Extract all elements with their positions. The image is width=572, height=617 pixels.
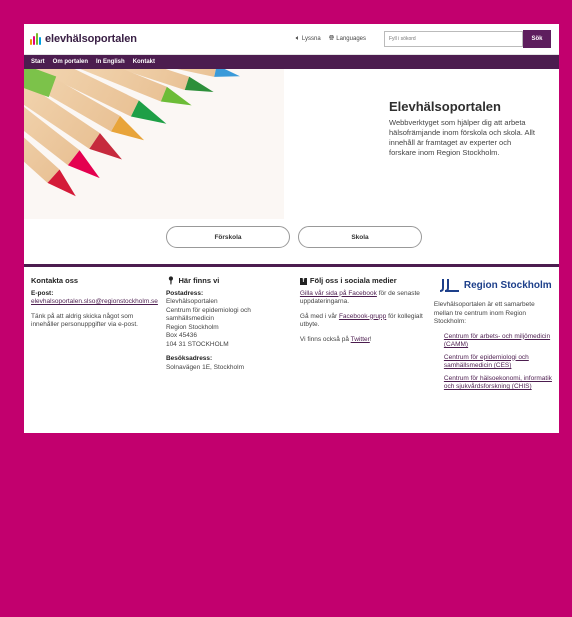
site-logo[interactable]: elevhälsoportalen [30,33,137,45]
forskola-button[interactable]: Förskola [166,226,290,248]
globe-icon: 🌐︎ [328,35,335,42]
email-label: E-post: [31,289,54,297]
listen-button[interactable]: 🔈︎ Lyssna [296,35,321,43]
logo-text: elevhälsoportalen [45,33,137,45]
audience-choices: Förskola Skola [24,219,559,264]
location-title-wrap: 📍︎ Här finns vi [165,276,294,286]
search-input[interactable] [384,31,523,47]
visit-label: Besöksadress: [165,355,213,362]
region-intro: Elevhälsoportalen är ett samarbete mella… [433,301,535,325]
social-column: f Följ oss i sociala medier Gilla vår si… [299,276,434,396]
listen-label: Lyssna [301,36,321,42]
social-title-wrap: f Följ oss i sociala medier [299,276,428,286]
region-column: Region Stockholm Elevhälsoportalen är et… [434,277,552,396]
social-text: ! [369,335,372,343]
facebook-group-link[interactable]: Facebook-grupp [339,313,386,320]
postal-line: 104 31 STOCKHOLM [165,340,229,348]
logo-mark-icon [30,33,41,45]
contact-column: Kontakta oss E-post: elevhalsoportalen.s… [31,276,166,396]
header-tools: 🔈︎ Lyssna 🌐︎ Languages [296,35,366,43]
location-title: Här finns vi [178,276,220,285]
speaker-icon: 🔈︎ [295,35,300,42]
search-button[interactable]: Sök [523,30,551,48]
email-link[interactable]: elevhalsoportalen.slso@regionstockholm.s… [31,298,158,305]
partner-link-camm[interactable]: Centrum för arbets- och miljömedicin (CA… [444,333,550,349]
region-stockholm-icon [439,279,459,292]
site-footer: Kontakta oss E-post: elevhalsoportalen.s… [24,267,559,396]
partner-link-chis[interactable]: Centrum för hälsoekonomi, informatik och… [444,375,552,391]
facebook-page-link[interactable]: Gilla vår sida på Facebook [300,290,377,297]
hero-banner: Elevhälsoportalen Webbverktyget som hjäl… [24,69,559,219]
pencils-image [24,69,284,219]
region-logo-text: Region Stockholm [463,279,552,291]
hero-description: Webbverktyget som hjälper dig att arbeta… [389,118,535,157]
postal-line: Region Stockholm [165,323,219,331]
map-pin-icon: 📍︎ [165,276,176,285]
nav-item-om-portalen[interactable]: Om portalen [53,59,88,65]
postal-line: Elevhälsoportalen [165,298,218,305]
nav-item-start[interactable]: Start [31,59,45,65]
language-label: Languages [336,36,366,42]
contact-title: Kontakta oss [31,276,79,285]
email-note: Tänk på att aldrig skicka något som inne… [31,312,138,329]
region-stockholm-logo[interactable]: Region Stockholm [439,279,552,293]
nav-item-kontakt[interactable]: Kontakt [133,59,155,65]
visit-address: Solnavägen 1E, Stockholm [165,363,245,371]
partner-link-ces[interactable]: Centrum för epidemiologi och samhällsmed… [444,354,529,370]
social-text: Gå med i vår [299,312,339,320]
site-header: elevhälsoportalen 🔈︎ Lyssna 🌐︎ Languages… [24,24,559,55]
language-button[interactable]: 🌐︎ Languages [329,35,366,43]
twitter-link[interactable]: Twitter [351,336,370,343]
page-frame: elevhälsoportalen 🔈︎ Lyssna 🌐︎ Languages… [24,24,559,433]
nav-item-in-english[interactable]: In English [96,59,125,65]
search-form: Sök [384,30,551,48]
social-text: Vi finns också på [299,335,351,343]
postal-label: Postadress: [165,289,204,297]
social-title: Följ oss i sociala medier [309,276,397,285]
hero-text: Elevhälsoportalen Webbverktyget som hjäl… [389,99,539,158]
postal-line: Box 45436 [165,332,198,339]
location-column: 📍︎ Här finns vi Postadress: Elevhälsopor… [165,276,300,396]
facebook-icon: f [299,277,307,285]
postal-line: Centrum för epidemiologi och samhällsmed… [165,306,251,323]
skola-button[interactable]: Skola [298,226,422,248]
main-nav: Start Om portalen In English Kontakt [24,55,559,69]
hero-title: Elevhälsoportalen [389,99,501,114]
partner-list: Centrum för arbets- och miljömedicin (CA… [434,333,552,392]
